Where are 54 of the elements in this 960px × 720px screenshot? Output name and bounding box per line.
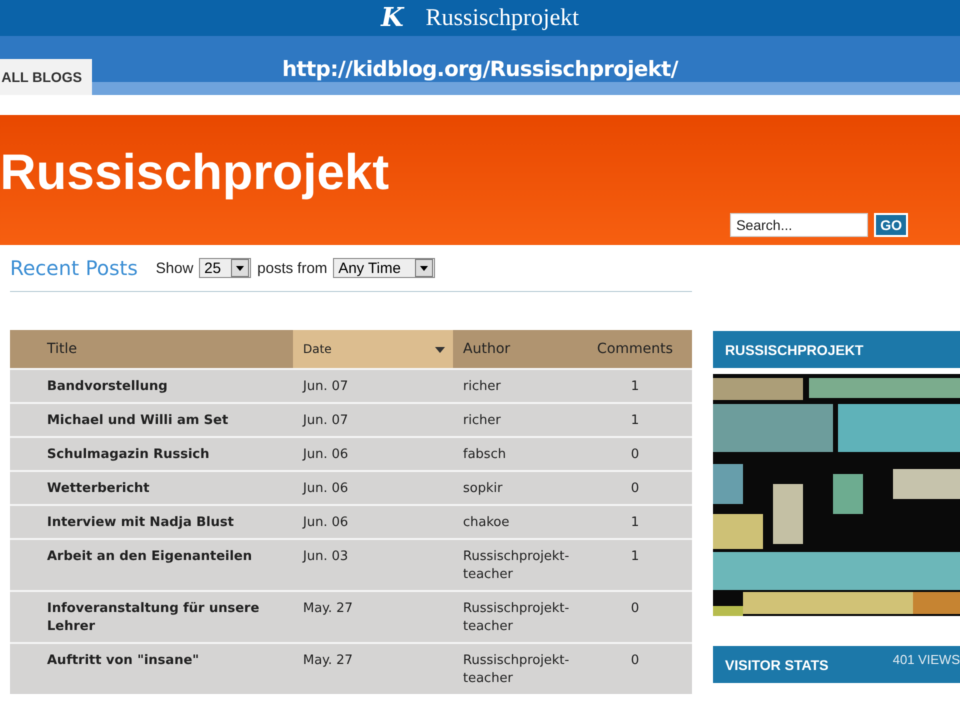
search-field[interactable]: Search...	[730, 213, 868, 237]
author-cell: richer	[453, 403, 578, 437]
blog-title: Russischprojekt	[0, 147, 390, 197]
logo[interactable]: K	[381, 3, 404, 33]
posts-from-label: posts from	[257, 260, 328, 276]
comments-cell: 1	[578, 539, 692, 591]
widget-title: VISITOR STATS	[725, 656, 828, 672]
date-cell: Jun. 03	[293, 539, 453, 591]
all-blogs-tab[interactable]: ALL BLOGS	[0, 59, 92, 95]
column-header[interactable]: Comments	[578, 330, 692, 369]
column-header[interactable]: Author	[453, 330, 578, 369]
date-cell: Jun. 07	[293, 369, 453, 403]
post-title-cell[interactable]: Bandvorstellung	[10, 369, 293, 403]
post-title-cell[interactable]: Wetterbericht	[10, 471, 293, 505]
author-cell: Russischprojekt-teacher	[453, 539, 578, 591]
date-cell: May. 27	[293, 591, 453, 643]
comments-cell: 1	[578, 505, 692, 539]
comments-cell: 0	[578, 471, 692, 505]
post-title-cell[interactable]: Arbeit an den Eigenanteilen	[10, 539, 293, 591]
post-title-cell[interactable]: Infoveranstaltung für unsere Lehrer	[10, 591, 293, 643]
author-cell: Russischprojekt-teacher	[453, 643, 578, 694]
comments-cell: 0	[578, 437, 692, 471]
author-cell: sopkir	[453, 471, 578, 505]
author-cell: Russischprojekt-teacher	[453, 591, 578, 643]
author-cell: richer	[453, 369, 578, 403]
post-title-cell[interactable]: Auftritt von "insane"	[10, 643, 293, 694]
date-cell: Jun. 07	[293, 403, 453, 437]
post-title-cell[interactable]: Interview mit Nadja Blust	[10, 505, 293, 539]
count-dropdown[interactable]: 25	[199, 258, 252, 278]
view-count: 401 VIEWS	[892, 652, 960, 667]
date-cell: Jun. 06	[293, 505, 453, 539]
sort-caret-icon	[435, 347, 445, 353]
period-dropdown[interactable]: Any Time	[333, 258, 436, 278]
widget-title: RUSSISCHPROJEKT	[725, 342, 864, 358]
site-title: Russischprojekt	[426, 4, 579, 32]
comments-cell: 0	[578, 591, 692, 643]
date-cell: Jun. 06	[293, 471, 453, 505]
caret-icon	[236, 266, 244, 270]
show-label: Show	[156, 260, 194, 276]
column-header[interactable]: Title	[10, 330, 293, 369]
author-cell: chakoe	[453, 505, 578, 539]
url-caption: http://kidblog.org/Russischprojekt/	[282, 57, 678, 83]
comments-cell: 1	[578, 369, 692, 403]
post-title-cell[interactable]: Schulmagazin Russich	[10, 437, 293, 471]
date-cell: May. 27	[293, 643, 453, 694]
author-cell: fabsch	[453, 437, 578, 471]
go-button[interactable]: GO	[874, 213, 908, 237]
comments-cell: 0	[578, 643, 692, 694]
post-title-cell[interactable]: Michael und Willi am Set	[10, 403, 293, 437]
comments-cell: 1	[578, 403, 692, 437]
date-cell: Jun. 06	[293, 437, 453, 471]
section-heading: Recent Posts	[10, 256, 138, 280]
column-header[interactable]: Date	[293, 330, 453, 369]
caret-icon	[420, 266, 428, 270]
